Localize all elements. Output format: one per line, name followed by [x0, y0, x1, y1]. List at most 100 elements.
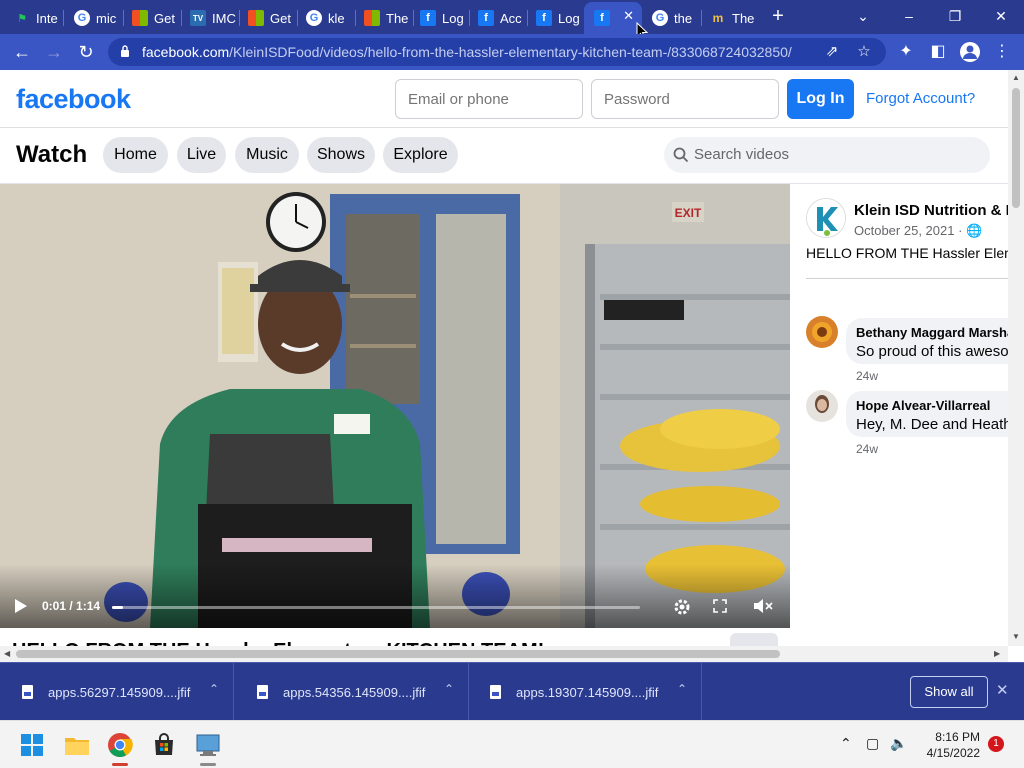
- system-clock[interactable]: 8:16 PM 4/15/2022: [916, 729, 980, 761]
- chevron-up-icon[interactable]: ⌃: [677, 682, 687, 696]
- new-tab-button[interactable]: +: [768, 6, 788, 26]
- commenter-name[interactable]: Hope Alvear-Villarreal: [856, 398, 990, 413]
- download-item[interactable]: apps.56297.145909....jfif ⌃: [0, 663, 234, 721]
- facebook-icon: f: [594, 10, 610, 26]
- post-date[interactable]: October 25, 2021 · 🌐: [854, 223, 982, 239]
- file-explorer-icon[interactable]: [61, 729, 93, 761]
- url-text[interactable]: facebook.com/KleinISDFood/videos/hello-f…: [142, 44, 792, 60]
- profile-avatar-icon[interactable]: [958, 40, 982, 64]
- facebook-icon: f: [478, 10, 494, 26]
- side-panel-icon[interactable]: ◧: [926, 40, 950, 64]
- tab-label: The: [732, 10, 755, 26]
- settings-gear-icon[interactable]: [672, 597, 692, 617]
- tab-search-icon[interactable]: ⌄: [848, 4, 878, 28]
- browser-tab[interactable]: The: [354, 6, 414, 30]
- watch-tab-home[interactable]: Home: [103, 137, 168, 173]
- commenter-name[interactable]: Bethany Maggard Marsha: [856, 325, 1008, 340]
- page-name[interactable]: Klein ISD Nutrition & F: [854, 202, 1008, 219]
- browser-tab[interactable]: Get: [238, 6, 298, 30]
- download-item[interactable]: apps.19307.145909....jfif ⌃: [468, 663, 702, 721]
- address-bar[interactable]: facebook.com/KleinISDFood/videos/hello-f…: [108, 38, 886, 66]
- chevron-up-icon[interactable]: ⌃: [840, 735, 852, 752]
- vertical-scrollbar[interactable]: ▲ ▼: [1008, 70, 1024, 646]
- facebook-icon: f: [420, 10, 436, 26]
- chevron-up-icon[interactable]: ⌃: [444, 682, 454, 696]
- vertical-scroll-thumb[interactable]: [1012, 88, 1020, 208]
- menu-kebab-icon[interactable]: ⋮: [990, 40, 1014, 64]
- comment-text: Hey, M. Dee and Heath: [856, 416, 1008, 433]
- reload-icon[interactable]: ↻: [74, 40, 98, 64]
- file-icon: [22, 685, 33, 699]
- notification-badge[interactable]: 1: [988, 736, 1004, 752]
- imdb-icon: TV: [190, 10, 206, 26]
- network-icon[interactable]: ▢: [866, 735, 879, 752]
- page-avatar[interactable]: [806, 198, 846, 238]
- video-progress-bar[interactable]: [112, 606, 640, 609]
- lock-icon[interactable]: [120, 44, 130, 58]
- mute-icon[interactable]: [752, 597, 774, 615]
- browser-tab[interactable]: m The: [700, 6, 760, 30]
- browser-tab[interactable]: TV IMC: [180, 6, 240, 30]
- chevron-up-icon[interactable]: ⌃: [209, 682, 219, 696]
- tab-label: Get: [154, 10, 175, 26]
- horizontal-scrollbar[interactable]: ◀ ▶: [0, 646, 1008, 662]
- login-button[interactable]: Log In: [787, 79, 854, 119]
- comment-time[interactable]: 24w: [856, 442, 878, 456]
- close-downloads-icon[interactable]: ✕: [996, 681, 1009, 699]
- fullscreen-icon[interactable]: [712, 598, 728, 614]
- browser-tab[interactable]: G mic: [64, 6, 124, 30]
- forward-arrow-icon[interactable]: →: [42, 40, 66, 64]
- browser-tab[interactable]: Get: [122, 6, 182, 30]
- search-videos-input[interactable]: Search videos: [664, 137, 990, 173]
- close-window-button[interactable]: ✕: [986, 4, 1016, 28]
- show-all-downloads-button[interactable]: Show all: [910, 676, 988, 708]
- email-field[interactable]: [395, 79, 583, 119]
- browser-tab[interactable]: ⚑ Inte: [4, 6, 64, 30]
- browser-tab[interactable]: f Acc: [468, 6, 528, 30]
- horizontal-scroll-thumb[interactable]: [16, 650, 780, 658]
- watch-tab-music[interactable]: Music: [235, 137, 299, 173]
- volume-icon[interactable]: 🔈: [890, 735, 907, 752]
- minimize-button[interactable]: –: [894, 4, 924, 28]
- comment-time[interactable]: 24w: [856, 369, 878, 383]
- watch-tab-explore[interactable]: Explore: [383, 137, 458, 173]
- close-tab-icon[interactable]: ✕: [623, 8, 634, 24]
- chrome-icon[interactable]: [104, 729, 136, 761]
- browser-tab[interactable]: f Log: [410, 6, 470, 30]
- video-player[interactable]: EXIT: [0, 184, 790, 628]
- browser-tab[interactable]: G kle: [296, 6, 356, 30]
- downloads-bar: apps.56297.145909....jfif ⌃ apps.54356.1…: [0, 662, 1024, 721]
- password-field[interactable]: [591, 79, 779, 119]
- browser-tab[interactable]: f Log: [526, 6, 586, 30]
- watch-tab-shows[interactable]: Shows: [307, 137, 375, 173]
- remote-desktop-icon[interactable]: [192, 729, 224, 761]
- forgot-account-link[interactable]: Forgot Account?: [866, 90, 975, 107]
- google-icon: G: [306, 10, 322, 26]
- commenter-avatar[interactable]: [806, 316, 838, 348]
- tab-label: Get: [270, 10, 291, 26]
- microsoft-store-icon[interactable]: [148, 729, 180, 761]
- scroll-left-arrow-icon[interactable]: ◀: [4, 649, 10, 658]
- watch-nav-bar: Watch Home Live Music Shows Explore Sear…: [0, 128, 1008, 184]
- play-icon[interactable]: [12, 598, 30, 614]
- share-icon[interactable]: ⇗: [822, 42, 842, 62]
- back-arrow-icon[interactable]: ←: [10, 40, 34, 64]
- download-item[interactable]: apps.54356.145909....jfif ⌃: [235, 663, 469, 721]
- scroll-up-arrow-icon[interactable]: ▲: [1012, 73, 1020, 82]
- tab-label: Acc: [500, 10, 522, 26]
- extensions-icon[interactable]: ✦: [894, 40, 918, 64]
- windows-start-icon[interactable]: [16, 729, 48, 761]
- scroll-right-arrow-icon[interactable]: ▶: [994, 649, 1000, 658]
- bookmark-star-icon[interactable]: ☆: [854, 42, 874, 62]
- browser-tab-active[interactable]: f ✕: [584, 2, 642, 34]
- tab-label: Log: [558, 10, 580, 26]
- facebook-logo[interactable]: facebook: [16, 84, 131, 115]
- comment-bubble: Bethany Maggard Marsha So proud of this …: [846, 318, 1008, 364]
- browser-tab[interactable]: G the: [642, 6, 702, 30]
- commenter-avatar[interactable]: [806, 390, 838, 422]
- scroll-down-arrow-icon[interactable]: ▼: [1012, 632, 1020, 641]
- watch-tab-live[interactable]: Live: [177, 137, 226, 173]
- restore-button[interactable]: ❐: [940, 4, 970, 28]
- tab-label: Inte: [36, 10, 58, 26]
- post-text: HELLO FROM THE Hassler Elem: [806, 245, 1008, 261]
